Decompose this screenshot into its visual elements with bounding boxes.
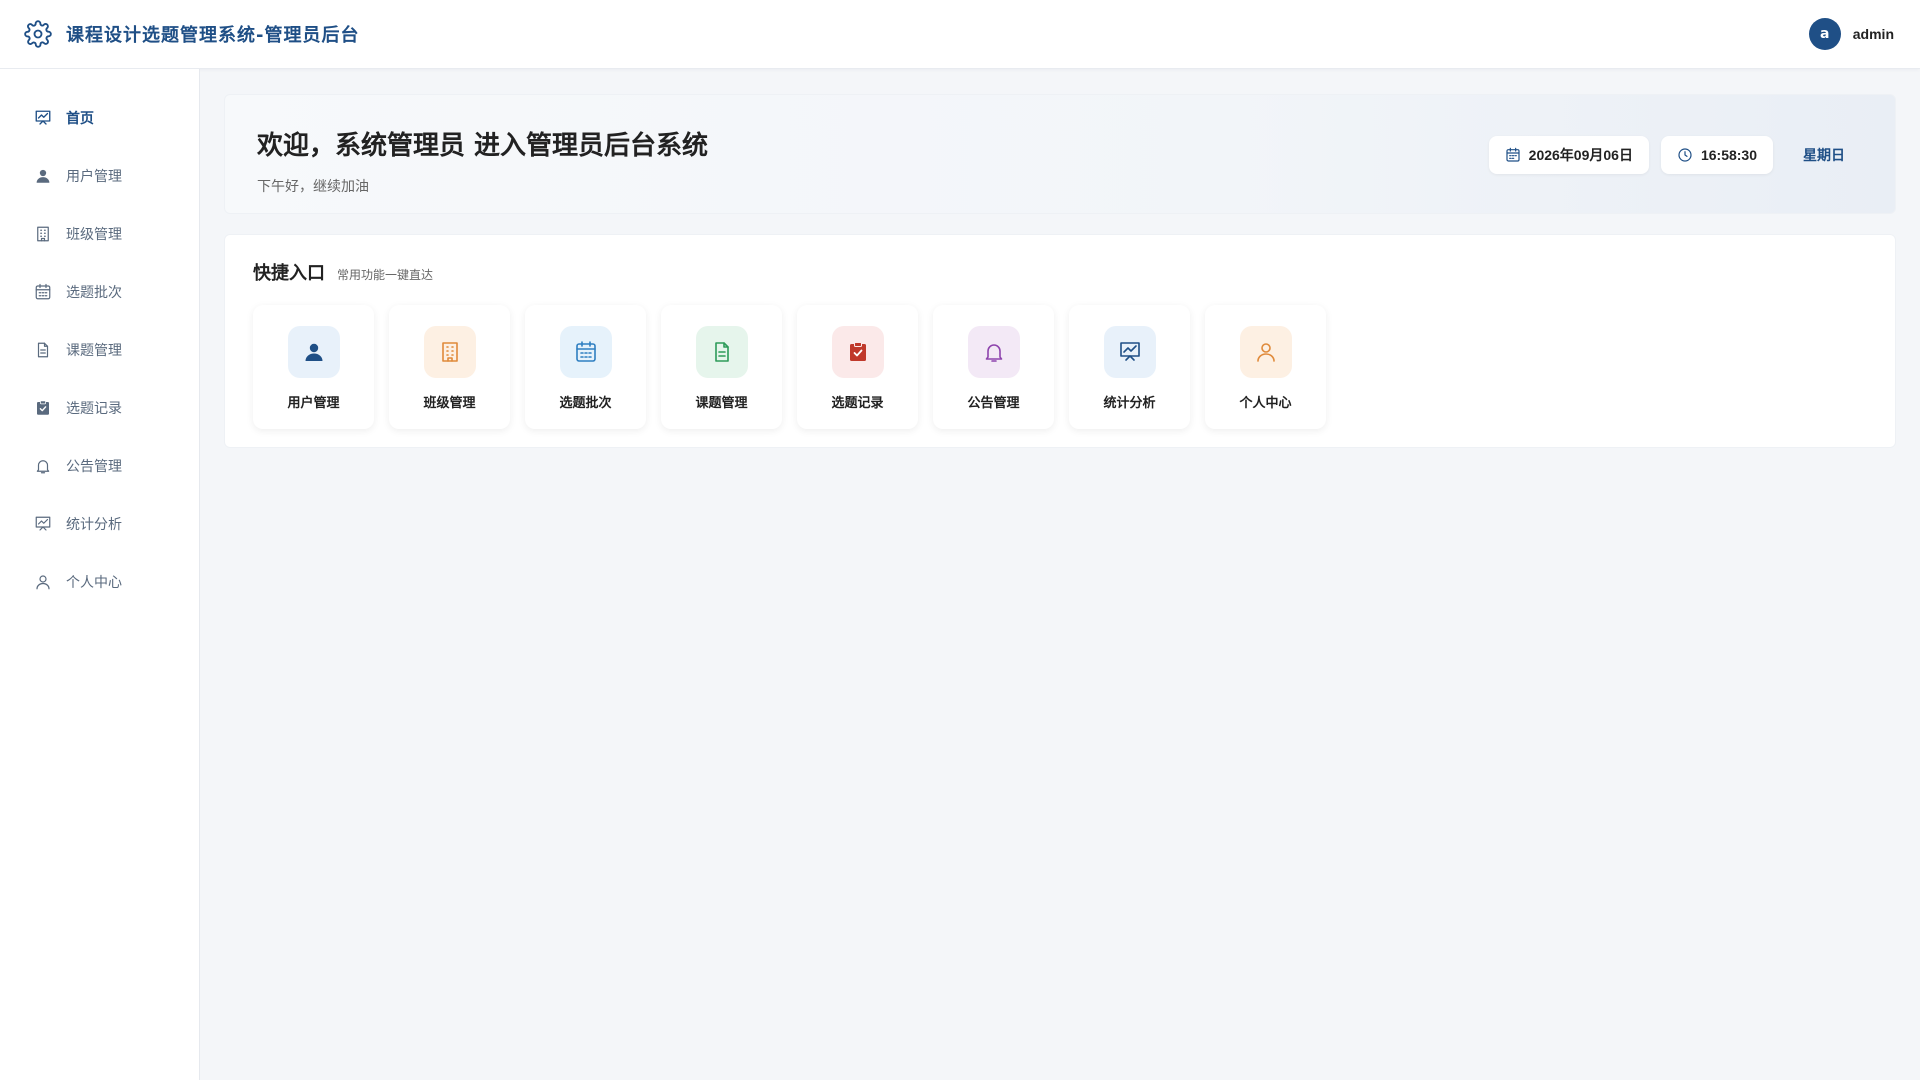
chart-board-icon xyxy=(1103,326,1156,378)
quick-card-label: 个人中心 xyxy=(1239,396,1292,411)
sidebar-item-classes[interactable]: 班级管理 xyxy=(0,205,199,263)
chart-board-icon xyxy=(34,515,52,533)
user-icon xyxy=(34,167,52,185)
sidebar: 首页 用户管理 班级管理 选题批次 课题管理 选题记录 公告管理 统计分析 个人… xyxy=(0,69,200,1080)
sidebar-item-batches[interactable]: 选题批次 xyxy=(0,263,199,321)
chart-board-icon xyxy=(34,109,52,127)
sidebar-item-users[interactable]: 用户管理 xyxy=(0,147,199,205)
welcome-subtitle: 下午好，继续加油 xyxy=(257,179,369,195)
date-chip: 2026年09月06日 xyxy=(1488,136,1649,174)
quick-card-label: 统计分析 xyxy=(1103,396,1156,411)
current-time: 16:58:30 xyxy=(1700,147,1757,163)
quick-card-batches[interactable]: 选题批次 xyxy=(525,305,646,429)
bell-icon xyxy=(967,326,1020,378)
quick-card-label: 公告管理 xyxy=(967,396,1020,411)
welcome-title: 欢迎，系统管理员 进入管理员后台系统 xyxy=(257,131,709,161)
sidebar-item-topics[interactable]: 课题管理 xyxy=(0,321,199,379)
quick-card-notices[interactable]: 公告管理 xyxy=(933,305,1054,429)
clipboard-check-icon xyxy=(831,326,884,378)
gear-icon xyxy=(24,20,52,48)
sidebar-item-label: 统计分析 xyxy=(66,517,122,533)
building-icon xyxy=(423,326,476,378)
building-icon xyxy=(34,225,52,243)
quick-card-topics[interactable]: 课题管理 xyxy=(661,305,782,429)
quick-card-label: 课题管理 xyxy=(695,396,748,411)
quick-access-cards: 用户管理 班级管理 选题批次 课题管理 选题记录 公告管理 统计分析 个人中心 xyxy=(253,305,1867,429)
main-content: 欢迎，系统管理员 进入管理员后台系统 下午好，继续加油 2026年09月06日 … xyxy=(224,94,1896,448)
quick-access-title: 快捷入口 xyxy=(253,263,325,284)
document-icon xyxy=(695,326,748,378)
app-title: 课程设计选题管理系统-管理员后台 xyxy=(66,25,360,46)
time-chip: 16:58:30 xyxy=(1660,136,1773,174)
clock-icon xyxy=(1677,147,1693,163)
person-outline-icon xyxy=(34,573,52,591)
quick-card-users[interactable]: 用户管理 xyxy=(253,305,374,429)
quick-card-classes[interactable]: 班级管理 xyxy=(389,305,510,429)
weekday-chip: 星期日 xyxy=(1785,136,1863,174)
avatar[interactable]: a xyxy=(1808,18,1841,50)
current-weekday: 星期日 xyxy=(1803,147,1845,163)
quick-card-label: 选题批次 xyxy=(559,396,612,411)
user-icon xyxy=(287,326,340,378)
sidebar-item-label: 公告管理 xyxy=(66,459,122,475)
quick-card-label: 班级管理 xyxy=(423,396,476,411)
calendar-icon xyxy=(1505,147,1521,163)
clipboard-check-icon xyxy=(34,399,52,417)
person-outline-icon xyxy=(1239,326,1292,378)
user-menu[interactable]: a admin xyxy=(1808,18,1894,50)
quick-card-profile[interactable]: 个人中心 xyxy=(1205,305,1326,429)
calendar-icon xyxy=(559,326,612,378)
brand: 课程设计选题管理系统-管理员后台 xyxy=(24,20,359,48)
sidebar-item-label: 课题管理 xyxy=(66,343,122,359)
sidebar-item-label: 选题批次 xyxy=(66,285,122,301)
quick-card-label: 选题记录 xyxy=(831,396,884,411)
sidebar-item-label: 选题记录 xyxy=(66,401,122,417)
welcome-banner: 欢迎，系统管理员 进入管理员后台系统 下午好，继续加油 2026年09月06日 … xyxy=(224,94,1896,214)
sidebar-item-label: 首页 xyxy=(66,111,94,127)
quick-access-panel: 快捷入口 常用功能一键直达 用户管理 班级管理 选题批次 课题管理 选题记录 公… xyxy=(224,234,1896,448)
sidebar-item-home[interactable]: 首页 xyxy=(0,89,199,147)
current-date: 2026年09月06日 xyxy=(1528,147,1633,163)
sidebar-item-statistics[interactable]: 统计分析 xyxy=(0,495,199,553)
sidebar-item-label: 用户管理 xyxy=(66,169,122,185)
quick-access-subtitle: 常用功能一键直达 xyxy=(337,268,434,282)
sidebar-item-label: 个人中心 xyxy=(66,575,122,591)
quick-card-records[interactable]: 选题记录 xyxy=(797,305,918,429)
calendar-icon xyxy=(34,283,52,301)
quick-card-statistics[interactable]: 统计分析 xyxy=(1069,305,1190,429)
username[interactable]: admin xyxy=(1853,26,1894,42)
sidebar-item-records[interactable]: 选题记录 xyxy=(0,379,199,437)
quick-card-label: 用户管理 xyxy=(287,396,340,411)
document-icon xyxy=(34,341,52,359)
sidebar-item-label: 班级管理 xyxy=(66,227,122,243)
sidebar-item-profile[interactable]: 个人中心 xyxy=(0,553,199,611)
sidebar-item-notices[interactable]: 公告管理 xyxy=(0,437,199,495)
bell-icon xyxy=(34,457,52,475)
top-header: 课程设计选题管理系统-管理员后台 a admin xyxy=(0,0,1920,69)
